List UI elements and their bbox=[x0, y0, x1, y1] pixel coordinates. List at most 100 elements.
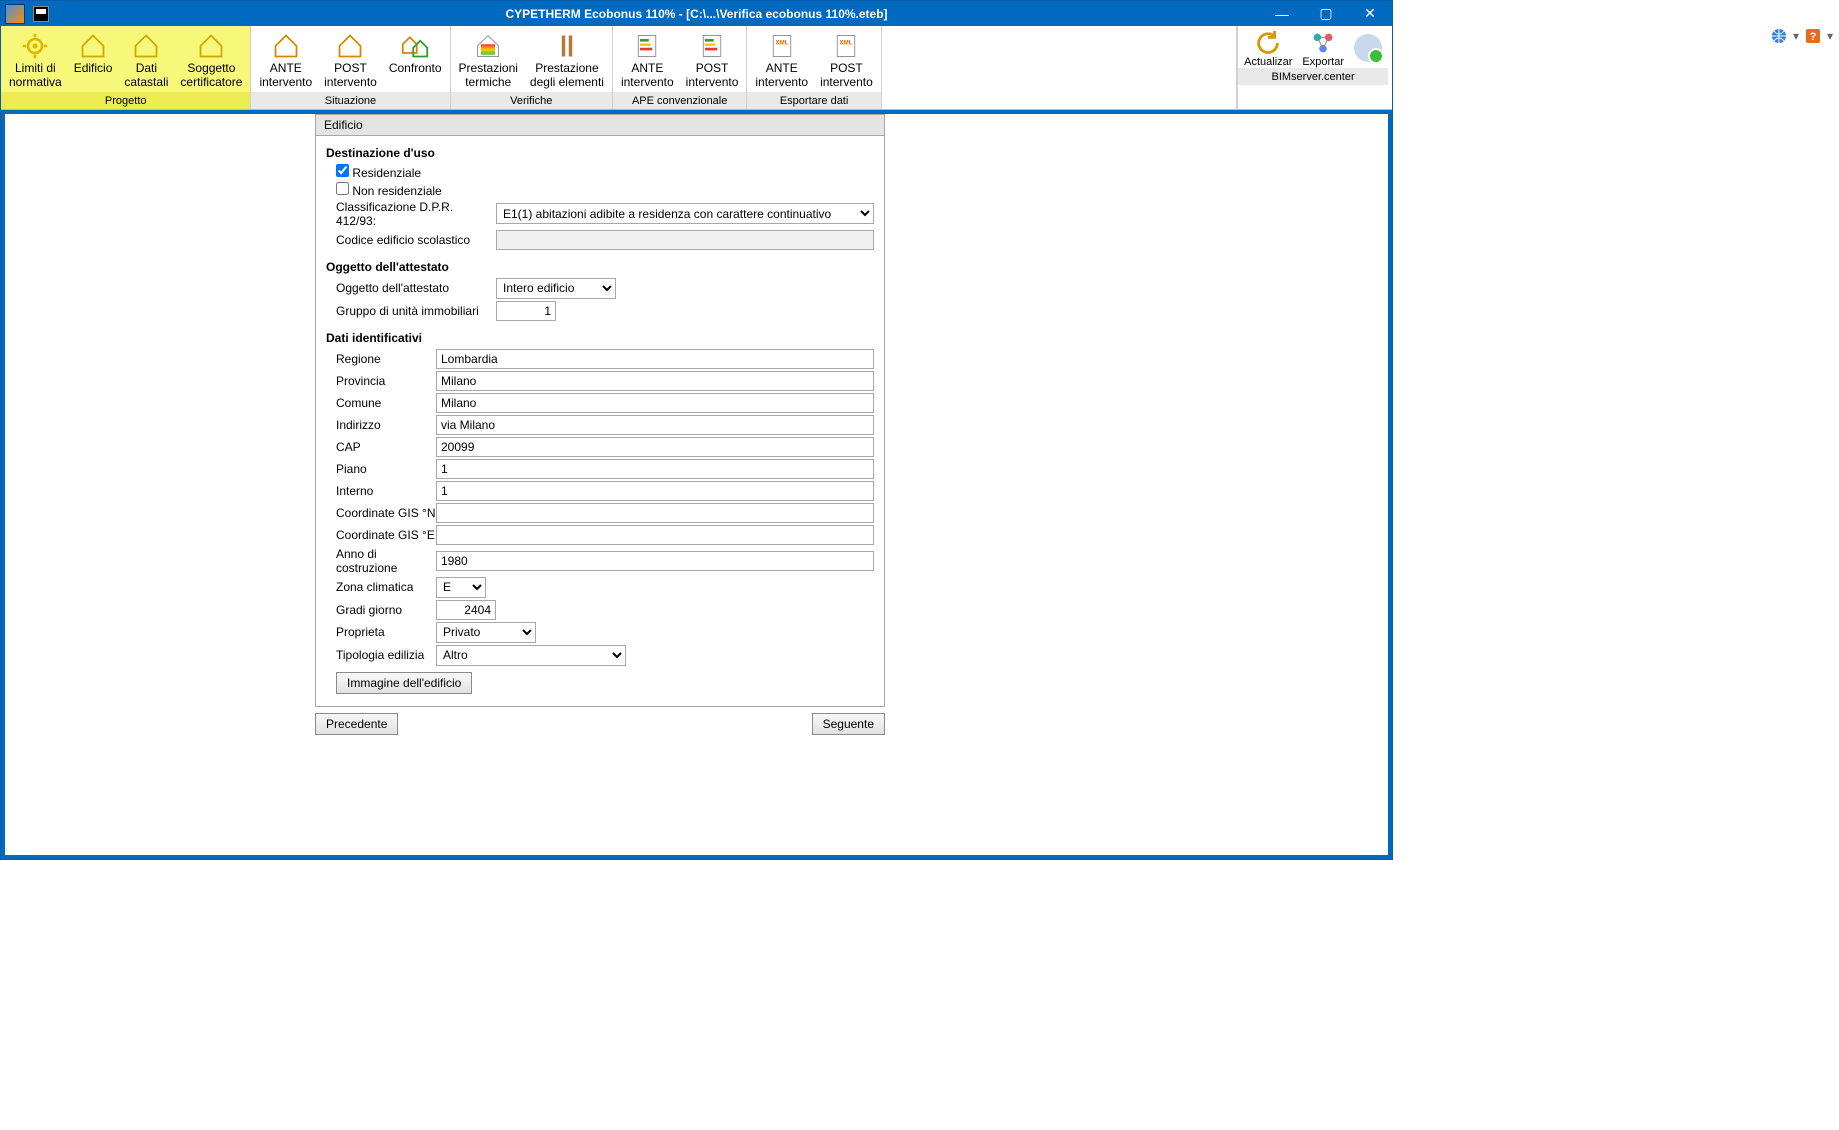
proprieta-select[interactable]: Privato bbox=[436, 622, 536, 643]
export-ante-button[interactable]: XML ANTE intervento bbox=[749, 30, 814, 92]
non-residenziale-checkbox[interactable]: Non residenziale bbox=[336, 184, 442, 198]
precedente-button[interactable]: Precedente bbox=[315, 713, 398, 735]
ribbon-btn-label: ANTE intervento bbox=[259, 62, 312, 90]
cap-label: CAP bbox=[336, 440, 436, 454]
prestazioni-termiche-button[interactable]: Prestazioni termiche bbox=[453, 30, 524, 92]
classificazione-label: Classificazione D.P.R. 412/93: bbox=[336, 200, 496, 228]
gradi-input[interactable] bbox=[436, 600, 496, 620]
export-icon bbox=[1308, 30, 1338, 56]
house-icon bbox=[195, 32, 227, 60]
svg-text:XML: XML bbox=[840, 39, 853, 46]
close-button[interactable]: ✕ bbox=[1348, 1, 1392, 26]
user-avatar[interactable] bbox=[1354, 34, 1382, 62]
ribbon-group-ape: ANTE intervento POST intervento APE conv… bbox=[613, 26, 747, 109]
dati-catastali-button[interactable]: Dati catastali bbox=[118, 30, 174, 92]
thermal-house-icon bbox=[472, 32, 504, 60]
tipologia-select[interactable]: Altro bbox=[436, 645, 626, 666]
classificazione-select[interactable]: E1(1) abitazioni adibite a residenza con… bbox=[496, 203, 874, 224]
compare-icon bbox=[399, 32, 431, 60]
indirizzo-input[interactable] bbox=[436, 415, 874, 435]
xml-file-icon: XML bbox=[766, 32, 798, 60]
bim-btn-label: Actualizar bbox=[1244, 56, 1292, 68]
ribbon-group-label: Situazione bbox=[251, 92, 449, 109]
globe-icon[interactable] bbox=[1771, 28, 1787, 44]
ribbon: Limiti di normativa Edificio Dati catast… bbox=[1, 26, 1392, 110]
exportar-button[interactable]: Exportar bbox=[1302, 30, 1344, 68]
anno-input[interactable] bbox=[436, 551, 874, 571]
gisn-input[interactable] bbox=[436, 503, 874, 523]
interno-input[interactable] bbox=[436, 481, 874, 501]
zona-label: Zona climatica bbox=[336, 580, 436, 594]
seguente-button[interactable]: Seguente bbox=[812, 713, 885, 735]
xml-file-icon: XML bbox=[830, 32, 862, 60]
energy-label-icon bbox=[631, 32, 663, 60]
ribbon-btn-label: POST intervento bbox=[686, 62, 739, 90]
codice-scolastico-input bbox=[496, 230, 874, 250]
toolbar-right: ▾ ? ▾ bbox=[1771, 28, 1833, 44]
svg-text:XML: XML bbox=[775, 39, 788, 46]
help-icon[interactable]: ? bbox=[1805, 28, 1821, 44]
tree-panel bbox=[5, 114, 315, 855]
element-icon bbox=[551, 32, 583, 60]
piano-input[interactable] bbox=[436, 459, 874, 479]
immagine-edificio-button[interactable]: Immagine dell'edificio bbox=[336, 672, 472, 694]
ribbon-group-esportare: XML ANTE intervento XML POST intervento … bbox=[747, 26, 881, 109]
ribbon-group-progetto: Limiti di normativa Edificio Dati catast… bbox=[1, 26, 251, 109]
limiti-normativa-button[interactable]: Limiti di normativa bbox=[3, 30, 68, 92]
ribbon-group-verifiche: Prestazioni termiche Prestazione degli e… bbox=[451, 26, 613, 109]
anno-label: Anno di costruzione bbox=[336, 547, 436, 575]
provincia-label: Provincia bbox=[336, 374, 436, 388]
actualizar-button[interactable]: Actualizar bbox=[1244, 30, 1292, 68]
ribbon-group-bimserver: Actualizar Exportar BIMserver.center bbox=[1237, 26, 1392, 109]
gear-icon bbox=[19, 32, 51, 60]
ribbon-btn-label: Soggetto certificatore bbox=[180, 62, 242, 90]
comune-input[interactable] bbox=[436, 393, 874, 413]
zona-select[interactable]: E bbox=[436, 577, 486, 598]
post-intervento-button[interactable]: POST intervento bbox=[318, 30, 383, 92]
ribbon-group-label: BIMserver.center bbox=[1238, 68, 1388, 85]
panel-header: Edificio bbox=[316, 115, 884, 136]
ribbon-group-situazione: ANTE intervento POST intervento Confront… bbox=[251, 26, 450, 109]
ribbon-btn-label: Prestazioni termiche bbox=[459, 62, 518, 90]
section-oggetto: Oggetto dell'attestato bbox=[326, 260, 874, 274]
residenziale-checkbox[interactable]: Residenziale bbox=[336, 166, 421, 180]
ape-ante-button[interactable]: ANTE intervento bbox=[615, 30, 680, 92]
export-post-button[interactable]: XML POST intervento bbox=[814, 30, 879, 92]
proprieta-label: Proprieta bbox=[336, 625, 436, 639]
house-outline-icon bbox=[270, 32, 302, 60]
soggetto-certificatore-button[interactable]: Soggetto certificatore bbox=[174, 30, 248, 92]
edificio-button[interactable]: Edificio bbox=[68, 30, 119, 92]
house-icon bbox=[130, 32, 162, 60]
house-icon bbox=[77, 32, 109, 60]
interno-label: Interno bbox=[336, 484, 436, 498]
ribbon-group-label: Verifiche bbox=[451, 92, 612, 109]
confronto-button[interactable]: Confronto bbox=[383, 30, 448, 92]
provincia-input[interactable] bbox=[436, 371, 874, 391]
ribbon-btn-label: Edificio bbox=[74, 62, 113, 76]
ribbon-btn-label: ANTE intervento bbox=[755, 62, 808, 90]
ribbon-group-label: Progetto bbox=[1, 92, 250, 109]
tipologia-label: Tipologia edilizia bbox=[336, 648, 436, 662]
ribbon-btn-label: POST intervento bbox=[820, 62, 873, 90]
gisn-label: Coordinate GIS °N bbox=[336, 506, 436, 520]
prestazione-elementi-button[interactable]: Prestazione degli elementi bbox=[524, 30, 610, 92]
section-destinazione: Destinazione d'uso bbox=[326, 146, 874, 160]
bim-btn-label: Exportar bbox=[1302, 56, 1344, 68]
ribbon-btn-label: Dati catastali bbox=[124, 62, 168, 90]
gruppo-input[interactable] bbox=[496, 301, 556, 321]
ape-post-button[interactable]: POST intervento bbox=[680, 30, 745, 92]
comune-label: Comune bbox=[336, 396, 436, 410]
ante-intervento-button[interactable]: ANTE intervento bbox=[253, 30, 318, 92]
ribbon-btn-label: ANTE intervento bbox=[621, 62, 674, 90]
gise-input[interactable] bbox=[436, 525, 874, 545]
oggetto-label: Oggetto dell'attestato bbox=[336, 281, 496, 295]
svg-text:?: ? bbox=[1810, 31, 1817, 43]
cap-input[interactable] bbox=[436, 437, 874, 457]
minimize-button[interactable]: — bbox=[1260, 1, 1304, 26]
ribbon-group-label: APE convenzionale bbox=[613, 92, 746, 109]
piano-label: Piano bbox=[336, 462, 436, 476]
refresh-icon bbox=[1253, 30, 1283, 56]
regione-input[interactable] bbox=[436, 349, 874, 369]
maximize-button[interactable]: ▢ bbox=[1304, 1, 1348, 26]
oggetto-select[interactable]: Intero edificio bbox=[496, 278, 616, 299]
